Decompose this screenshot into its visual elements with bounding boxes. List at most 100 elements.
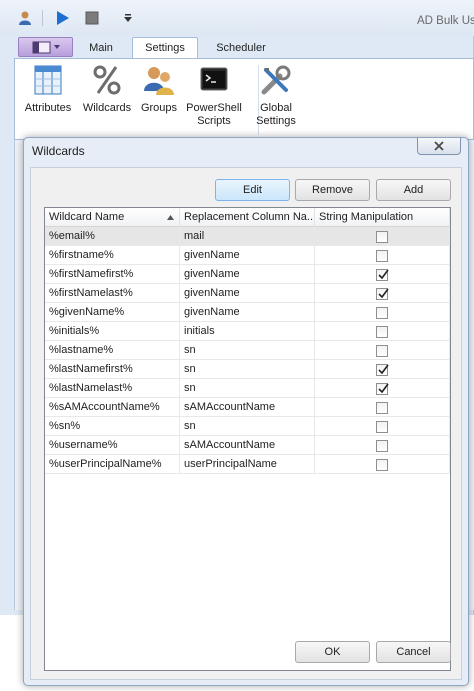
replacement-column-cell: givenName bbox=[180, 265, 315, 284]
string-manipulation-checkbox[interactable] bbox=[376, 364, 389, 376]
replacement-column-cell: sn bbox=[180, 417, 315, 436]
table-row[interactable]: %userPrincipalName% userPrincipalName bbox=[45, 455, 450, 474]
edit-button[interactable]: Edit bbox=[215, 179, 290, 201]
string-manipulation-checkbox[interactable] bbox=[376, 250, 388, 262]
remove-button[interactable]: Remove bbox=[295, 179, 370, 201]
string-manipulation-checkbox[interactable] bbox=[376, 231, 388, 243]
string-manipulation-cell bbox=[315, 246, 450, 265]
string-manipulation-checkbox[interactable] bbox=[376, 326, 388, 338]
string-manipulation-cell bbox=[315, 379, 450, 398]
wildcard-name-cell: %initials% bbox=[45, 322, 180, 341]
attributes-label: Attributes bbox=[24, 102, 72, 114]
table-row[interactable]: %firstname% givenName bbox=[45, 246, 450, 265]
string-manipulation-checkbox[interactable] bbox=[376, 288, 389, 300]
table-row[interactable]: %sn% sn bbox=[45, 417, 450, 436]
wildcard-name-cell: %sn% bbox=[45, 417, 180, 436]
replacement-column-cell: sAMAccountName bbox=[180, 436, 315, 455]
string-manipulation-cell bbox=[315, 417, 450, 436]
dialog-title: Wildcards bbox=[32, 144, 85, 158]
table-header: Wildcard Name Replacement Column Na... S… bbox=[45, 208, 450, 227]
column-header-string-manipulation[interactable]: String Manipulation bbox=[315, 208, 450, 227]
cancel-button[interactable]: Cancel bbox=[376, 641, 451, 663]
table-row[interactable]: %lastname% sn bbox=[45, 341, 450, 360]
string-manipulation-checkbox[interactable] bbox=[376, 459, 388, 471]
column-header-label: Wildcard Name bbox=[49, 211, 125, 223]
replacement-column-cell: mail bbox=[180, 227, 315, 246]
string-manipulation-cell bbox=[315, 455, 450, 474]
string-manipulation-checkbox[interactable] bbox=[376, 269, 389, 281]
groups-label: Groups bbox=[140, 102, 178, 114]
attributes-icon bbox=[31, 63, 65, 97]
string-manipulation-cell bbox=[315, 341, 450, 360]
dialog-content: Edit Remove Add Wildcard Name Replacemen… bbox=[30, 167, 462, 680]
string-manipulation-cell bbox=[315, 227, 450, 246]
string-manipulation-checkbox[interactable] bbox=[376, 345, 388, 357]
table-row[interactable]: %lastNamelast% sn bbox=[45, 379, 450, 398]
string-manipulation-checkbox[interactable] bbox=[376, 421, 388, 433]
wildcards-dialog: Wildcards Edit Remove Add Wildcard Name … bbox=[23, 137, 469, 686]
application-menu-button[interactable] bbox=[18, 37, 73, 57]
attributes-button[interactable]: Attributes bbox=[21, 63, 75, 137]
string-manipulation-checkbox[interactable] bbox=[376, 402, 388, 414]
replacement-column-cell: givenName bbox=[180, 303, 315, 322]
table-row[interactable]: %firstNamelast% givenName bbox=[45, 284, 450, 303]
wildcard-name-cell: %userPrincipalName% bbox=[45, 455, 180, 474]
table-row[interactable]: %lastNamefirst% sn bbox=[45, 360, 450, 379]
string-manipulation-cell bbox=[315, 265, 450, 284]
powershell-icon bbox=[197, 63, 231, 97]
tab-main[interactable]: Main bbox=[80, 39, 122, 59]
wildcard-name-cell: %firstname% bbox=[45, 246, 180, 265]
string-manipulation-checkbox[interactable] bbox=[376, 383, 389, 395]
replacement-column-cell: sn bbox=[180, 341, 315, 360]
wildcard-name-cell: %email% bbox=[45, 227, 180, 246]
wildcard-name-cell: %givenName% bbox=[45, 303, 180, 322]
quick-access-toolbar: AD Bulk Us bbox=[0, 0, 474, 36]
play-icon[interactable] bbox=[54, 9, 72, 27]
powershell-scripts-label: PowerShell Scripts bbox=[186, 102, 242, 127]
table-row[interactable]: %email% mail bbox=[45, 227, 450, 246]
ribbon-tabs: Main Settings Scheduler bbox=[0, 36, 474, 59]
table-row[interactable]: %firstNamefirst% givenName bbox=[45, 265, 450, 284]
string-manipulation-checkbox[interactable] bbox=[376, 440, 388, 452]
checkmark-icon bbox=[378, 269, 389, 280]
application-menu-icon bbox=[32, 41, 60, 54]
wildcards-table[interactable]: Wildcard Name Replacement Column Na... S… bbox=[44, 207, 451, 671]
replacement-column-cell: userPrincipalName bbox=[180, 455, 315, 474]
percent-icon bbox=[90, 63, 124, 97]
checkmark-icon bbox=[378, 364, 389, 375]
add-button[interactable]: Add bbox=[376, 179, 451, 201]
table-row[interactable]: %sAMAccountName% sAMAccountName bbox=[45, 398, 450, 417]
replacement-column-cell: initials bbox=[180, 322, 315, 341]
users-group-icon bbox=[142, 63, 176, 97]
checkmark-icon bbox=[378, 288, 389, 299]
column-header-replacement-column[interactable]: Replacement Column Na... bbox=[180, 208, 315, 227]
table-row[interactable]: %username% sAMAccountName bbox=[45, 436, 450, 455]
stop-icon[interactable] bbox=[83, 9, 101, 27]
wildcards-button[interactable]: Wildcards bbox=[79, 63, 135, 137]
tab-scheduler[interactable]: Scheduler bbox=[208, 39, 274, 59]
groups-button[interactable]: Groups bbox=[137, 63, 181, 137]
tab-settings[interactable]: Settings bbox=[132, 37, 198, 59]
ok-button[interactable]: OK bbox=[295, 641, 370, 663]
wildcard-name-cell: %lastNamefirst% bbox=[45, 360, 180, 379]
column-header-wildcard-name[interactable]: Wildcard Name bbox=[45, 208, 180, 227]
table-row[interactable]: %givenName% givenName bbox=[45, 303, 450, 322]
string-manipulation-cell bbox=[315, 322, 450, 341]
app-title: AD Bulk Us bbox=[417, 15, 474, 27]
string-manipulation-checkbox[interactable] bbox=[376, 307, 388, 319]
wildcard-name-cell: %username% bbox=[45, 436, 180, 455]
global-settings-button[interactable]: Global Settings bbox=[251, 63, 301, 137]
wildcard-name-cell: %firstNamefirst% bbox=[45, 265, 180, 284]
sort-ascending-icon bbox=[167, 215, 174, 220]
wildcard-name-cell: %sAMAccountName% bbox=[45, 398, 180, 417]
string-manipulation-cell bbox=[315, 398, 450, 417]
qat-dropdown-icon[interactable] bbox=[119, 9, 137, 27]
replacement-column-cell: sn bbox=[180, 360, 315, 379]
powershell-scripts-button[interactable]: PowerShell Scripts bbox=[183, 63, 245, 137]
replacement-column-cell: givenName bbox=[180, 284, 315, 303]
close-button[interactable] bbox=[417, 138, 461, 155]
table-row[interactable]: %initials% initials bbox=[45, 322, 450, 341]
replacement-column-cell: sAMAccountName bbox=[180, 398, 315, 417]
string-manipulation-cell bbox=[315, 303, 450, 322]
user-icon[interactable] bbox=[16, 9, 34, 27]
